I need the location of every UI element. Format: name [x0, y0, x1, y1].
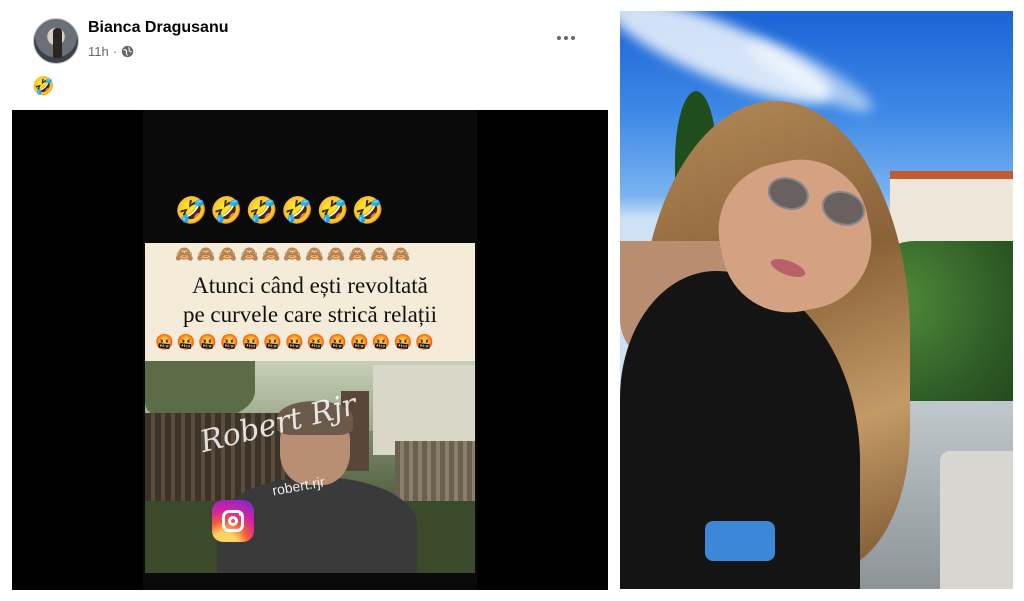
author-avatar[interactable] [33, 18, 79, 64]
meme-line-2: pe curvele care strică relații [182, 302, 438, 327]
globe-icon [121, 45, 134, 58]
post-time[interactable]: 11h [88, 44, 109, 59]
selfie-photo [620, 11, 1013, 589]
meme-text: Atunci când ești revoltată pe curvele ca… [145, 271, 475, 329]
more-options-icon[interactable] [554, 30, 578, 46]
instagram-icon [212, 500, 254, 542]
meme-caption-panel: 🙈🙈🙈🙈🙈🙈🙈🙈🙈🙈🙈 Atunci când ești revoltată p… [145, 243, 475, 361]
meme-image: 🙈🙈🙈🙈🙈🙈🙈🙈🙈🙈🙈 Atunci când ești revoltată p… [145, 243, 475, 573]
angry-emoji-row: 🤬🤬🤬🤬🤬🤬🤬🤬🤬🤬🤬🤬🤬 [155, 334, 437, 351]
laughing-emoji-row: 🤣🤣🤣🤣🤣🤣 [175, 195, 388, 225]
post-caption: 🤣 [32, 76, 55, 96]
video-player[interactable]: 🤣🤣🤣🤣🤣🤣 🙈🙈🙈🙈🙈🙈🙈🙈🙈🙈🙈 Atunci când ești revo… [12, 110, 608, 590]
meme-line-1: Atunci când ești revoltată [192, 273, 428, 298]
meta-separator: · [112, 44, 118, 59]
post-meta: 11h · [88, 44, 134, 59]
author-name[interactable]: Bianca Dragusanu [88, 19, 228, 37]
monkey-emoji-row: 🙈🙈🙈🙈🙈🙈🙈🙈🙈🙈🙈 [175, 246, 414, 263]
facebook-post: Bianca Dragusanu 11h · 🤣 🤣🤣🤣🤣🤣🤣 🙈🙈🙈🙈🙈🙈🙈🙈… [11, 10, 608, 590]
meme-photo [145, 361, 475, 573]
